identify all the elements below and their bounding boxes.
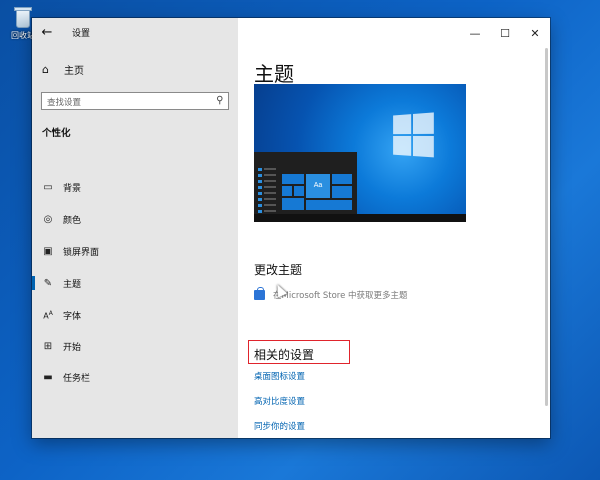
sidebar: ← 设置 ⌂ 主页 查找设置 ⚲ 个性化 ▭ 背景 ◎ 颜色 ▣ 锁屏界面 ✎ …	[32, 18, 238, 438]
store-bag-icon	[254, 287, 265, 300]
font-icon: AA	[43, 309, 53, 321]
recycle-bin-icon	[14, 6, 32, 28]
close-icon[interactable]: ✕	[520, 18, 550, 48]
home-icon: ⌂	[42, 63, 49, 76]
back-arrow-icon[interactable]: ←	[38, 24, 56, 42]
related-settings-heading: 相关的设置	[254, 348, 315, 362]
main-content: — ☐ ✕ 主题 Aa 更改主题 在Microsoft Store 中获取更多主…	[238, 18, 550, 438]
lock-screen-icon: ▣	[43, 245, 53, 257]
settings-window: ← 设置 ⌂ 主页 查找设置 ⚲ 个性化 ▭ 背景 ◎ 颜色 ▣ 锁屏界面 ✎ …	[32, 18, 550, 438]
scrollbar[interactable]	[545, 48, 548, 406]
search-input[interactable]: 查找设置 ⚲	[41, 92, 229, 110]
sidebar-item-themes[interactable]: ✎ 主题	[32, 272, 238, 294]
taskbar-icon: ▬	[43, 371, 53, 383]
search-placeholder: 查找设置	[47, 98, 82, 108]
preview-tile: Aa	[306, 174, 330, 198]
windows-logo-icon	[393, 112, 436, 159]
sidebar-item-label: 开始	[63, 342, 82, 353]
minimize-icon[interactable]: —	[460, 18, 490, 48]
sidebar-item-background[interactable]: ▭ 背景	[32, 176, 238, 198]
start-icon: ⊞	[43, 340, 53, 352]
search-icon[interactable]: ⚲	[216, 95, 223, 106]
theme-preview: Aa	[254, 84, 466, 222]
window-title: 设置	[72, 29, 91, 39]
home-label: 主页	[64, 66, 84, 77]
palette-icon: ◎	[43, 213, 53, 225]
picture-icon: ▭	[43, 181, 53, 193]
sidebar-item-lock-screen[interactable]: ▣ 锁屏界面	[32, 240, 238, 262]
sidebar-item-start[interactable]: ⊞ 开始	[32, 335, 238, 357]
section-title: 个性化	[42, 128, 71, 139]
sidebar-item-label: 背景	[63, 183, 82, 194]
high-contrast-settings-link[interactable]: 高对比度设置	[254, 395, 305, 407]
sidebar-item-label: 锁屏界面	[63, 247, 100, 258]
desktop-icon-settings-link[interactable]: 桌面图标设置	[254, 370, 305, 382]
sidebar-item-fonts[interactable]: AA 字体	[32, 304, 238, 326]
home-link[interactable]: ⌂ 主页	[42, 62, 84, 77]
window-controls: — ☐ ✕	[460, 18, 550, 48]
title-bar[interactable]: ← 设置	[32, 18, 238, 48]
maximize-icon[interactable]: ☐	[490, 18, 520, 48]
brush-icon: ✎	[43, 277, 53, 289]
sidebar-item-label: 颜色	[63, 215, 82, 226]
change-theme-heading: 更改主题	[254, 263, 303, 277]
page-title: 主题	[254, 62, 294, 86]
sidebar-item-taskbar[interactable]: ▬ 任务栏	[32, 366, 238, 388]
store-link-label: 在Microsoft Store 中获取更多主题	[273, 291, 408, 301]
sidebar-item-label: 任务栏	[63, 373, 91, 384]
sidebar-item-label: 主题	[63, 279, 82, 290]
sidebar-item-colors[interactable]: ◎ 颜色	[32, 208, 238, 230]
sync-settings-link[interactable]: 同步你的设置	[254, 420, 305, 432]
sidebar-item-label: 字体	[63, 311, 82, 322]
